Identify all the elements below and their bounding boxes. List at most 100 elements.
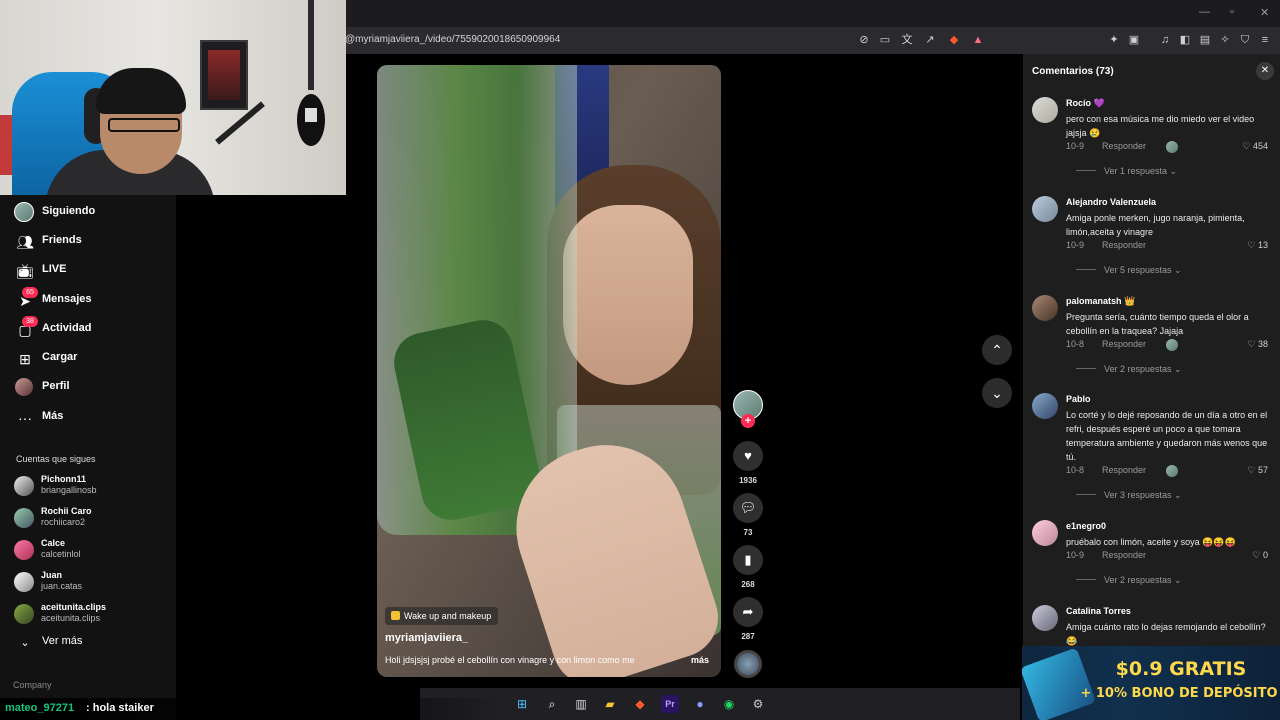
- nav-live[interactable]: 📺︎ LIVE: [0, 257, 176, 285]
- following-item[interactable]: Rochii Caro rochiicaro2: [14, 505, 164, 533]
- windows-start-icon[interactable]: ⊞: [513, 695, 531, 713]
- following-item[interactable]: Juan juan.catas: [14, 569, 164, 597]
- previous-video-button[interactable]: ⌃: [982, 335, 1012, 365]
- webcam-poster: [200, 40, 248, 110]
- comment-author[interactable]: Pablo: [1066, 394, 1091, 404]
- comment-text: pero con esa música me dio miedo ver el …: [1066, 114, 1255, 138]
- music-tag[interactable]: Wake up and makeup: [385, 607, 499, 625]
- comment-author[interactable]: Catalina Torres: [1066, 606, 1131, 616]
- avatar[interactable]: [1032, 196, 1058, 222]
- following-item[interactable]: Calce calcetinlol: [14, 537, 164, 565]
- cast-icon[interactable]: ▭: [878, 33, 892, 47]
- brave-browser-icon[interactable]: ◆: [631, 695, 649, 713]
- next-video-button[interactable]: ⌄: [982, 378, 1012, 408]
- view-replies[interactable]: Ver 1 respuesta ⌄: [1076, 166, 1177, 177]
- comment-like-count: 454: [1252, 141, 1268, 151]
- avatar[interactable]: [1032, 393, 1058, 419]
- caption-more-link[interactable]: más: [691, 655, 709, 665]
- nav-more[interactable]: ··· Más: [0, 404, 176, 432]
- music-icon[interactable]: ♫: [1158, 33, 1172, 47]
- tab-icon[interactable]: ▣: [1127, 33, 1141, 47]
- comment-count: 73: [743, 528, 753, 537]
- avatar[interactable]: [1032, 520, 1058, 546]
- close-window-icon[interactable]: ✕: [1260, 6, 1269, 19]
- view-replies[interactable]: Ver 2 respuestas ⌄: [1076, 575, 1182, 586]
- nav-profile[interactable]: Perfil: [0, 374, 176, 402]
- comment-author[interactable]: Alejandro Valenzuela: [1066, 197, 1156, 207]
- avatar[interactable]: [1032, 605, 1058, 631]
- nav-activity[interactable]: ▢ 38 Actividad: [0, 316, 176, 344]
- reply-button[interactable]: Responder: [1102, 339, 1146, 349]
- comment-text: Amiga cuánto rato lo dejas remojando el …: [1066, 622, 1266, 646]
- close-icon[interactable]: ✕: [1256, 62, 1274, 80]
- discord-icon[interactable]: ●: [691, 695, 709, 713]
- translate-icon[interactable]: 文: [900, 33, 914, 47]
- comment-author[interactable]: Rocío 💜: [1066, 98, 1105, 109]
- share-action[interactable]: ➦ 287: [733, 597, 763, 641]
- chevron-down-icon: ⌄: [20, 637, 30, 649]
- save-action[interactable]: ▮ 268: [733, 545, 763, 589]
- following-item[interactable]: aceitunita.clips aceitunita.clips: [14, 601, 164, 629]
- brave-shield-icon[interactable]: ◆: [947, 33, 961, 47]
- reply-button[interactable]: Responder: [1102, 240, 1146, 250]
- reply-button[interactable]: Responder: [1102, 550, 1146, 560]
- avatar[interactable]: [1032, 295, 1058, 321]
- nav-messages[interactable]: ➤ 65 Mensajes: [0, 287, 176, 315]
- reply-button[interactable]: Responder: [1102, 465, 1146, 475]
- mute-icon[interactable]: ⊘: [857, 33, 871, 47]
- nav-upload[interactable]: ⊞ Cargar: [0, 345, 176, 373]
- following-item[interactable]: Pichonn11 briangallinosb: [14, 473, 164, 501]
- share-icon[interactable]: ➦: [733, 597, 763, 627]
- comment-action[interactable]: 💬︎ 73: [733, 493, 763, 537]
- comment-author[interactable]: palomanatsh 👑: [1066, 296, 1135, 307]
- comment-like[interactable]: ♡ 57: [1238, 465, 1268, 476]
- video-author[interactable]: myriamjaviiera_: [385, 632, 468, 644]
- following-username: aceitunita.clips: [41, 613, 101, 623]
- ad-banner[interactable]: $0.9 GRATIS + 10% BONO DE DEPÓSITO: [1022, 646, 1280, 720]
- following-username: briangallinosb: [41, 485, 97, 495]
- comment-date: 10-8: [1066, 339, 1085, 349]
- comment-icon[interactable]: 💬︎: [733, 493, 763, 523]
- following-username: rochiicaro2: [41, 517, 86, 527]
- sound-disc-icon[interactable]: [734, 650, 762, 678]
- follow-plus-icon[interactable]: +: [741, 414, 755, 428]
- view-replies[interactable]: Ver 2 respuestas ⌄: [1076, 364, 1182, 375]
- rewards-icon[interactable]: ▲: [971, 33, 985, 47]
- nav-following[interactable]: Siguiendo: [0, 199, 176, 227]
- comments-title: Comentarios (73): [1032, 66, 1114, 77]
- comment-author[interactable]: e1negro0: [1066, 521, 1106, 531]
- minimize-icon[interactable]: —: [1199, 6, 1210, 18]
- search-icon[interactable]: ⌕: [543, 695, 561, 713]
- spotify-icon[interactable]: ◉: [720, 695, 738, 713]
- premiere-icon[interactable]: Pr: [661, 695, 679, 713]
- bookmark-icon[interactable]: ▮: [733, 545, 763, 575]
- share-page-icon[interactable]: ↗: [923, 33, 937, 47]
- comment-like[interactable]: ♡ 13: [1238, 240, 1268, 251]
- extensions-icon[interactable]: ✦: [1107, 33, 1121, 47]
- view-replies[interactable]: Ver 3 respuestas ⌄: [1076, 490, 1182, 501]
- company-link[interactable]: Company: [13, 680, 52, 690]
- comment-like[interactable]: ♡ 454: [1238, 141, 1268, 152]
- see-more-following[interactable]: ⌄ Ver más: [0, 629, 176, 657]
- nav-more-label: Más: [42, 410, 64, 422]
- heart-icon[interactable]: ♥: [733, 441, 763, 471]
- maximize-icon[interactable]: ▫: [1230, 6, 1234, 18]
- comment-like[interactable]: ♡ 38: [1238, 339, 1268, 350]
- file-explorer-icon[interactable]: ▰: [601, 695, 619, 713]
- comment-like[interactable]: ♡ 0: [1238, 550, 1268, 561]
- sidebar-toggle-icon[interactable]: ◧: [1178, 33, 1192, 47]
- video-player[interactable]: Wake up and makeup myriamjaviiera_ Holi …: [377, 65, 721, 677]
- nav-friends[interactable]: 👥︎ Friends: [0, 228, 176, 256]
- wallet-icon[interactable]: ▤: [1198, 33, 1212, 47]
- settings-icon[interactable]: ⚙: [749, 695, 767, 713]
- task-view-icon[interactable]: ▥: [572, 695, 590, 713]
- reply-button[interactable]: Responder: [1102, 141, 1146, 151]
- nav-live-label: LIVE: [42, 263, 67, 275]
- avatar[interactable]: [1032, 97, 1058, 123]
- view-replies[interactable]: Ver 5 respuestas ⌄: [1076, 265, 1182, 276]
- vpn-icon[interactable]: ⛉: [1238, 33, 1252, 47]
- like-action[interactable]: ♥ 1936: [733, 441, 763, 485]
- url-text[interactable]: @myriamjaviiera_/video/75590200186509099…: [345, 34, 560, 45]
- ai-icon[interactable]: ✧: [1218, 33, 1232, 47]
- menu-icon[interactable]: ≡: [1258, 33, 1272, 47]
